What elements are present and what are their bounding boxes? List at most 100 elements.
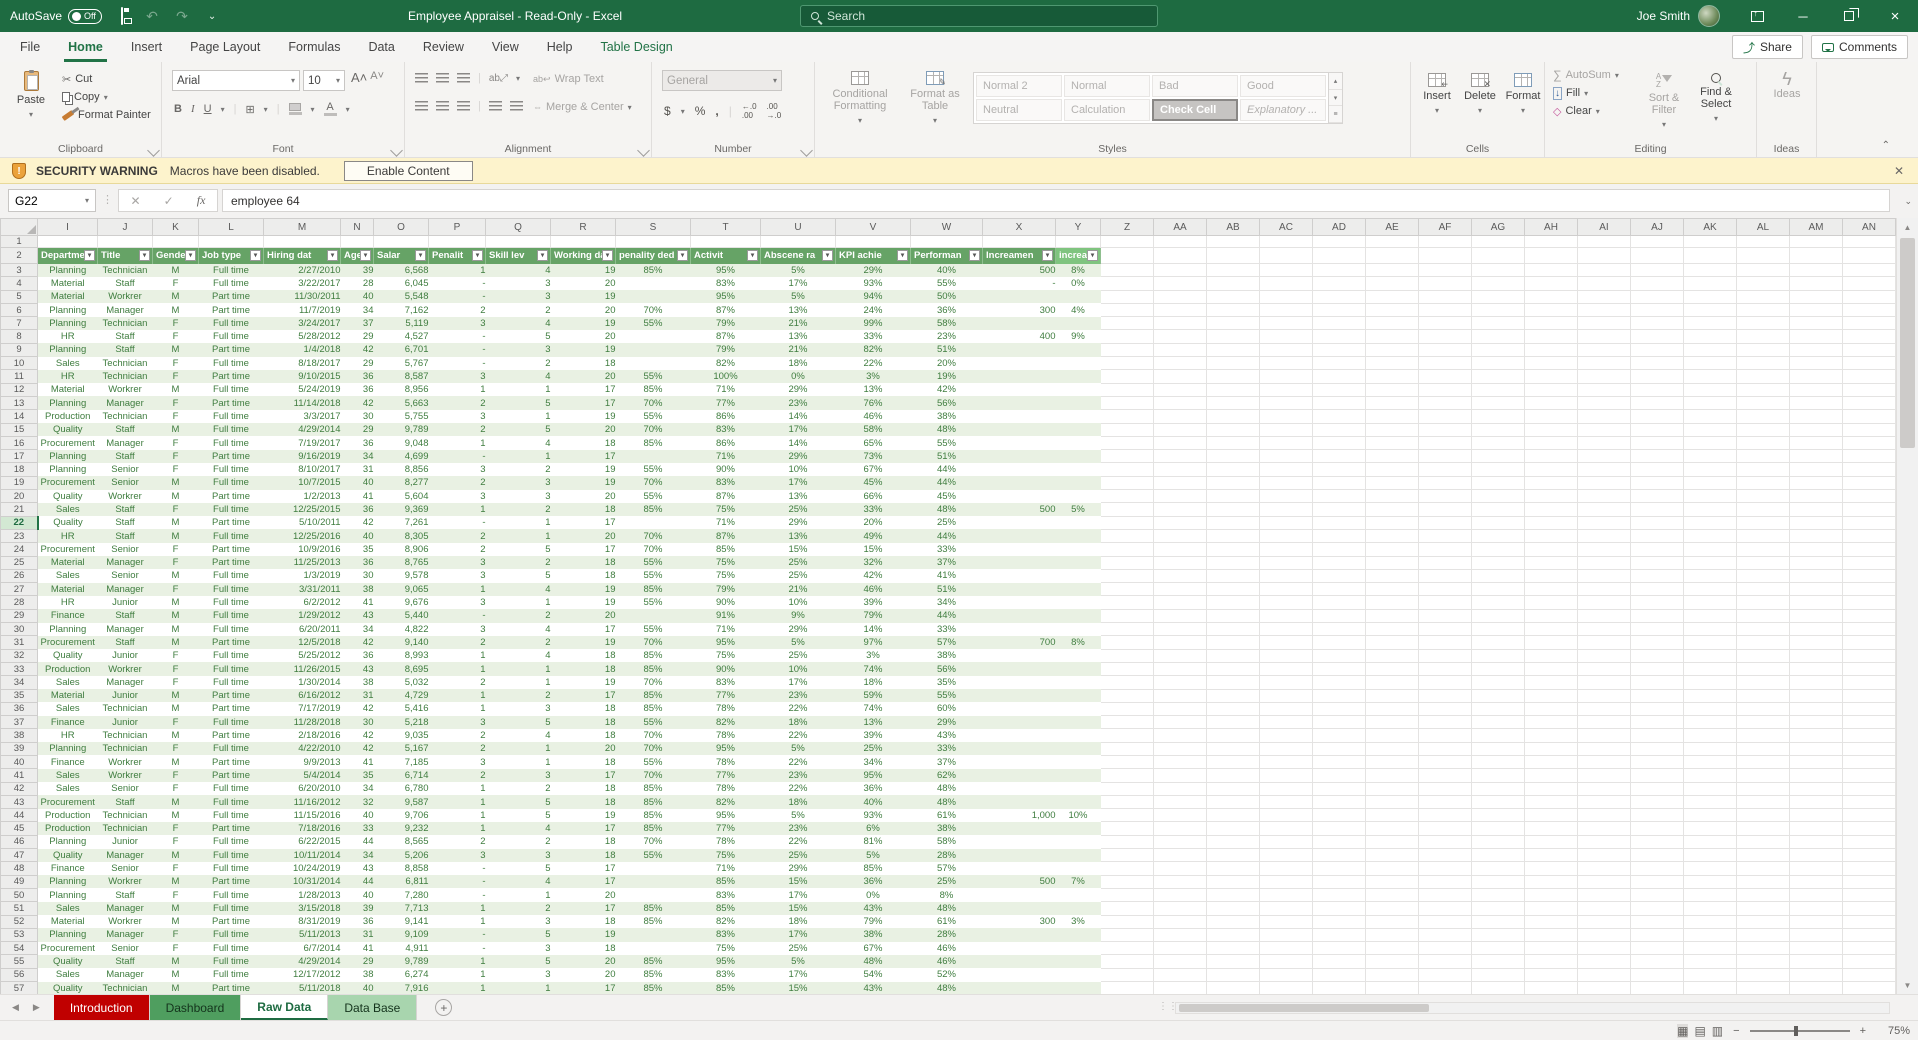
cell[interactable] <box>1259 649 1313 663</box>
cell[interactable]: Workrer <box>97 662 153 676</box>
cell[interactable]: 5% <box>760 635 836 650</box>
cell[interactable] <box>1418 795 1472 810</box>
cell[interactable] <box>1524 582 1578 597</box>
orientation-icon[interactable]: ab⤢ <box>489 73 508 84</box>
cell[interactable] <box>1789 516 1843 530</box>
cell[interactable] <box>1789 356 1843 371</box>
cell[interactable]: 57% <box>910 861 983 876</box>
cell[interactable]: F <box>152 742 199 756</box>
normal-view-icon[interactable]: ▦ <box>1677 1023 1689 1038</box>
cell[interactable]: Staff <box>97 516 153 530</box>
cell[interactable] <box>982 782 1056 796</box>
cell[interactable] <box>1736 396 1790 411</box>
sheet-tab-data-base[interactable]: Data Base <box>328 995 418 1020</box>
cell[interactable]: 22% <box>835 356 911 370</box>
cell[interactable] <box>1789 449 1843 464</box>
row-header-12[interactable]: 12 <box>0 382 38 397</box>
cell[interactable]: 54% <box>835 968 911 982</box>
cell[interactable] <box>982 821 1056 836</box>
cell[interactable]: 3 <box>428 409 486 424</box>
cell[interactable]: 48% <box>910 901 983 916</box>
cell[interactable]: 2 <box>428 542 486 557</box>
cell[interactable] <box>1365 276 1419 291</box>
cell[interactable]: 48% <box>835 954 911 969</box>
cell[interactable]: 8,906 <box>373 542 429 557</box>
cell[interactable]: M <box>152 808 199 822</box>
cell[interactable] <box>1842 409 1896 424</box>
row-header-35[interactable]: 35 <box>0 688 38 703</box>
cell[interactable]: 83% <box>690 968 761 982</box>
cell[interactable] <box>1206 821 1260 836</box>
cell[interactable]: Full time <box>198 848 264 862</box>
cell[interactable] <box>1683 954 1737 969</box>
cell[interactable]: Workrer <box>97 915 153 929</box>
cell[interactable] <box>1153 662 1207 677</box>
cell[interactable]: 34% <box>835 755 911 769</box>
cell[interactable] <box>1736 489 1790 504</box>
cell[interactable] <box>1524 462 1578 477</box>
cell[interactable] <box>1524 556 1578 570</box>
cell[interactable]: 77% <box>690 821 761 836</box>
cell[interactable] <box>1630 449 1684 464</box>
cell[interactable] <box>1153 235 1207 248</box>
cell[interactable] <box>1206 409 1260 424</box>
cell[interactable] <box>1842 888 1896 903</box>
cell[interactable]: 87% <box>690 529 761 543</box>
align-right-icon[interactable] <box>457 101 470 111</box>
cell[interactable] <box>1736 247 1790 264</box>
cell[interactable] <box>1055 449 1101 463</box>
row-header-7[interactable]: 7 <box>0 316 38 331</box>
cell[interactable]: 3 <box>428 715 486 729</box>
cell[interactable] <box>1577 782 1631 796</box>
cell[interactable]: 9% <box>1055 329 1101 344</box>
cell[interactable] <box>1842 343 1896 358</box>
cell[interactable]: 6/16/2012 <box>263 689 341 703</box>
cell[interactable] <box>1577 795 1631 810</box>
column-header-AN[interactable]: AN <box>1842 218 1896 236</box>
cell[interactable]: 4/29/2014 <box>263 954 341 969</box>
cell[interactable] <box>1471 715 1525 730</box>
cell[interactable] <box>1471 235 1525 248</box>
cell[interactable]: F <box>152 768 199 783</box>
cell[interactable]: 41 <box>340 489 374 503</box>
cell[interactable]: 8,695 <box>373 662 429 676</box>
cell[interactable]: Technician <box>97 702 153 716</box>
cell[interactable]: 70% <box>615 768 691 783</box>
cell[interactable]: 3 <box>428 595 486 610</box>
cell[interactable] <box>1206 901 1260 916</box>
cell[interactable]: Full time <box>198 423 264 437</box>
cell[interactable]: 40% <box>835 795 911 809</box>
ribbon-display-options-icon[interactable] <box>1734 0 1780 32</box>
cell[interactable] <box>1055 369 1101 384</box>
cell[interactable] <box>1736 821 1790 836</box>
cell[interactable]: Planning <box>37 343 98 357</box>
cell[interactable] <box>1365 848 1419 863</box>
cell[interactable] <box>1365 715 1419 730</box>
cell[interactable] <box>1683 715 1737 730</box>
name-box-dropdown-icon[interactable]: ▾ <box>85 196 89 205</box>
cell[interactable] <box>1100 356 1154 371</box>
cell[interactable] <box>1312 755 1366 770</box>
filter-dropdown-icon[interactable]: ▾ <box>415 250 426 261</box>
cell[interactable]: 71% <box>690 861 761 876</box>
cell[interactable] <box>1153 901 1207 916</box>
decrease-decimal-icon[interactable]: .00 →.0 <box>767 102 782 120</box>
increase-indent-icon[interactable] <box>509 101 523 111</box>
cell[interactable] <box>1789 968 1843 983</box>
cell[interactable] <box>1206 635 1260 650</box>
row-header-10[interactable]: 10 <box>0 356 38 371</box>
cell[interactable] <box>1736 595 1790 610</box>
cell[interactable]: Junior <box>97 715 153 729</box>
cell[interactable] <box>982 383 1056 397</box>
percent-format-icon[interactable]: % <box>695 104 706 118</box>
cell[interactable] <box>1312 423 1366 437</box>
cell[interactable] <box>1418 901 1472 916</box>
cell[interactable] <box>1259 728 1313 743</box>
cell[interactable]: 51% <box>910 343 983 357</box>
cell[interactable]: Workrer <box>97 383 153 397</box>
cell[interactable] <box>1153 928 1207 943</box>
cell[interactable] <box>1418 423 1472 437</box>
cell[interactable]: M <box>152 263 199 277</box>
cell[interactable] <box>1630 768 1684 783</box>
cell[interactable] <box>1365 728 1419 743</box>
